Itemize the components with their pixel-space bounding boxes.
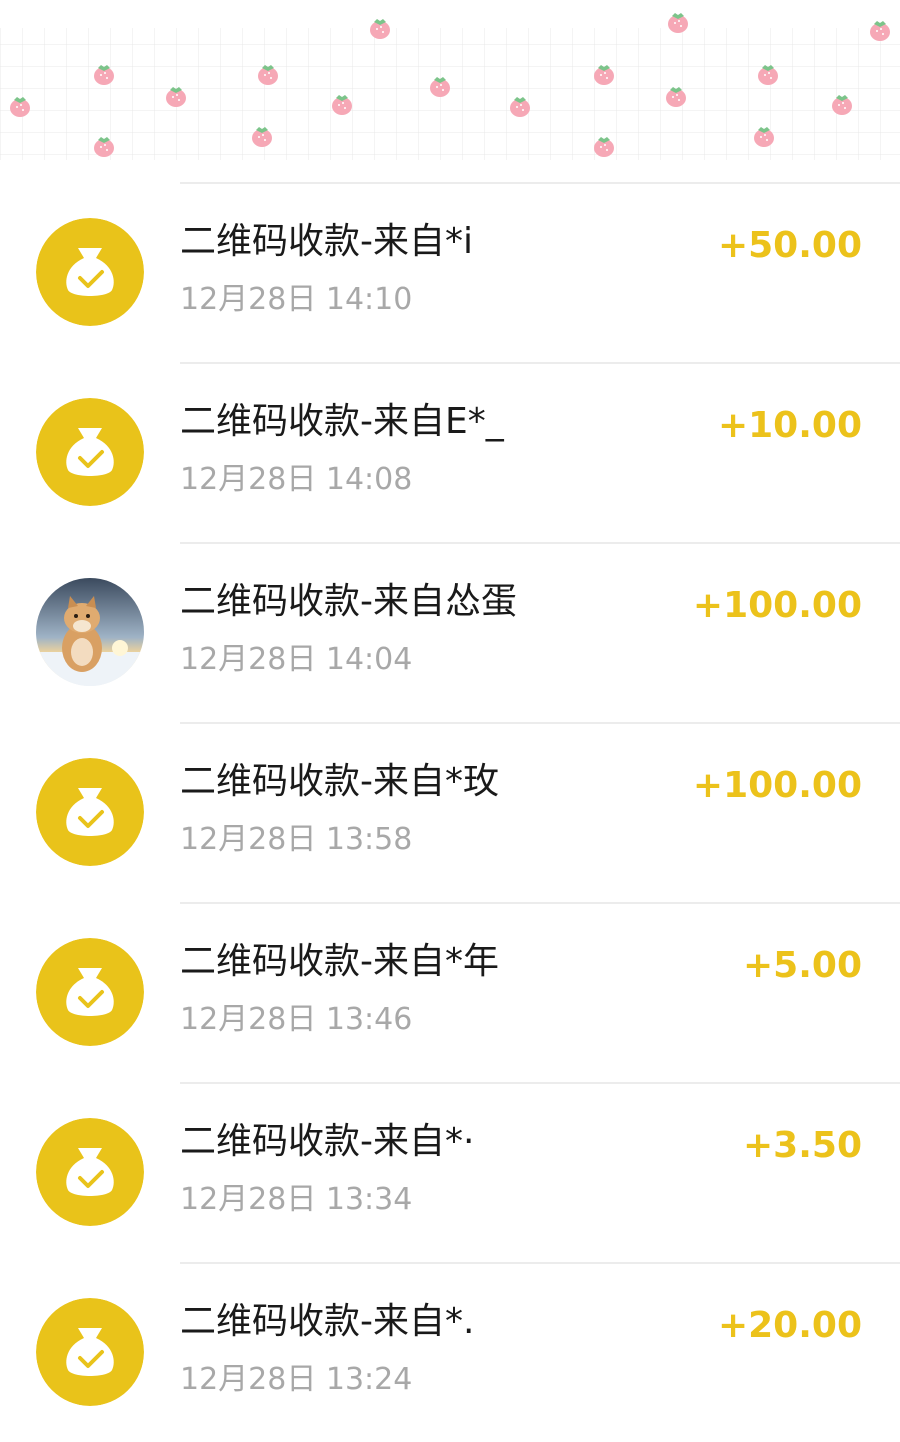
transaction-time: 12月28日 13:46 xyxy=(180,1002,413,1037)
transaction-time: 12月28日 14:10 xyxy=(180,282,413,317)
transaction-time: 12月28日 14:04 xyxy=(180,642,413,677)
transaction-time: 12月28日 13:58 xyxy=(180,822,413,857)
transaction-row[interactable]: 二维码收款-来自怂蛋 12月28日 14:04 +100.00 xyxy=(0,542,900,722)
transaction-time: 12月28日 14:08 xyxy=(180,462,413,497)
transaction-title: 二维码收款-来自*· xyxy=(180,1121,475,1162)
transaction-amount: +50.00 xyxy=(717,225,862,266)
money-bag-check-icon xyxy=(36,218,144,326)
row-divider xyxy=(180,1082,900,1084)
row-divider xyxy=(180,1262,900,1264)
row-divider xyxy=(180,362,900,364)
transaction-title: 二维码收款-来自E*_ xyxy=(180,401,504,442)
money-bag-check-icon xyxy=(36,938,144,1046)
money-bag-check-icon xyxy=(36,1298,144,1406)
row-divider xyxy=(180,542,900,544)
transaction-row[interactable]: 二维码收款-来自*年 12月28日 13:46 +5.00 xyxy=(0,902,900,1082)
money-bag-check-icon xyxy=(36,758,144,866)
transaction-row[interactable]: 二维码收款-来自*i 12月28日 14:10 +50.00 xyxy=(0,182,900,362)
transaction-title: 二维码收款-来自*i xyxy=(180,221,473,262)
transaction-amount: +100.00 xyxy=(692,765,862,806)
money-bag-check-icon xyxy=(36,1118,144,1226)
transaction-list: 二维码收款-来自*i 12月28日 14:10 +50.00 二维码收款-来自E… xyxy=(0,182,900,1442)
strawberry-banner xyxy=(0,0,900,182)
row-divider xyxy=(180,182,900,184)
transaction-time: 12月28日 13:24 xyxy=(180,1362,413,1397)
transaction-amount: +20.00 xyxy=(717,1305,862,1346)
transaction-title: 二维码收款-来自*年 xyxy=(180,941,499,982)
transaction-row[interactable]: 二维码收款-来自E*_ 12月28日 14:08 +10.00 xyxy=(0,362,900,542)
row-divider xyxy=(180,722,900,724)
transaction-amount: +5.00 xyxy=(743,945,862,986)
transaction-row[interactable]: 二维码收款-来自*. 12月28日 13:24 +20.00 xyxy=(0,1262,900,1442)
transaction-row[interactable]: 二维码收款-来自*玫 12月28日 13:58 +100.00 xyxy=(0,722,900,902)
strawberry-pattern-icon xyxy=(0,13,900,160)
user-avatar-photo xyxy=(36,578,144,686)
transaction-row[interactable]: 二维码收款-来自*· 12月28日 13:34 +3.50 xyxy=(0,1082,900,1262)
transaction-amount: +10.00 xyxy=(717,405,862,446)
transaction-title: 二维码收款-来自*玫 xyxy=(180,761,499,802)
transaction-title: 二维码收款-来自*. xyxy=(180,1301,475,1342)
money-bag-check-icon xyxy=(36,398,144,506)
transaction-title: 二维码收款-来自怂蛋 xyxy=(180,581,517,622)
transaction-time: 12月28日 13:34 xyxy=(180,1182,413,1217)
row-divider xyxy=(180,902,900,904)
transaction-amount: +100.00 xyxy=(692,585,862,626)
transaction-amount: +3.50 xyxy=(743,1125,862,1166)
